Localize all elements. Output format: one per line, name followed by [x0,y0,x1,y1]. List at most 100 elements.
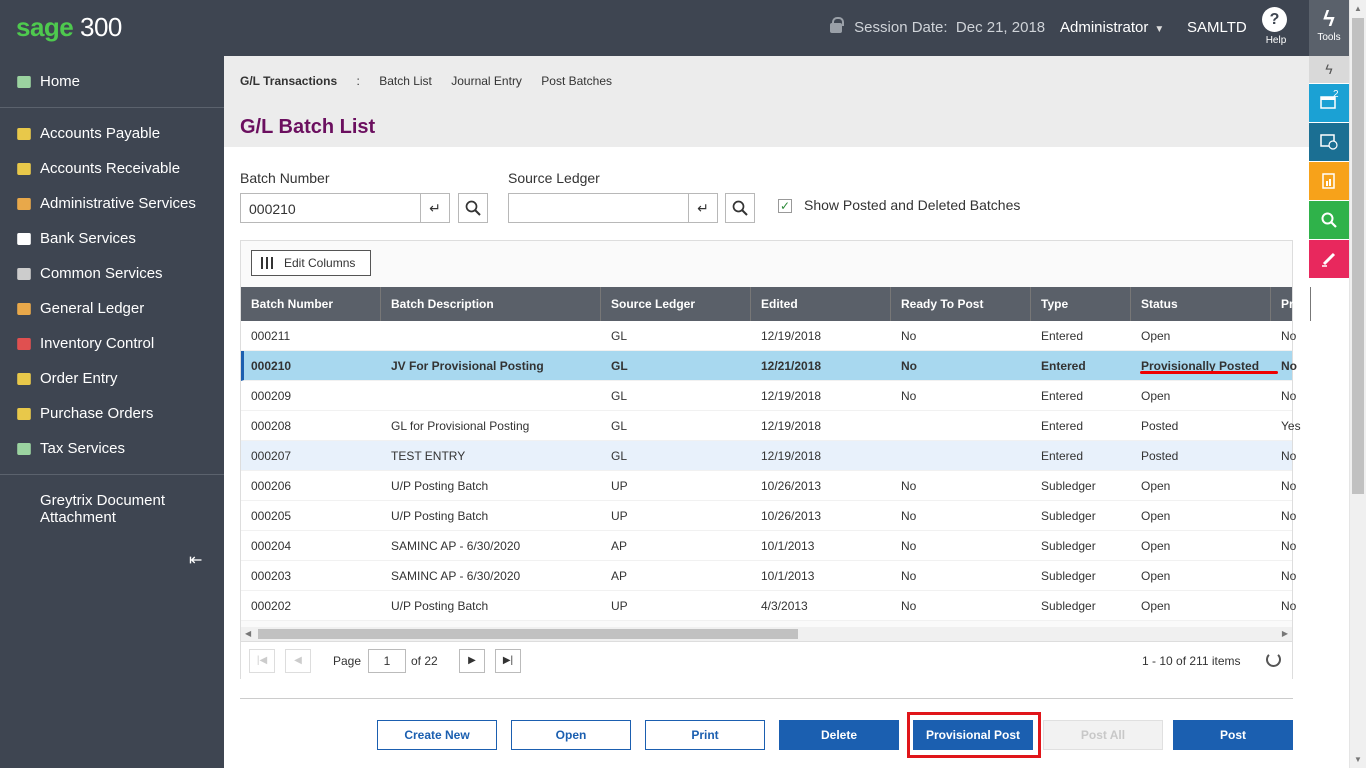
sidebar-item-accounts-payable[interactable]: Accounts Payable [16,125,160,142]
table-row[interactable]: 000202 U/P Posting Batch UP 4/3/2013 No Suble… [241,591,1296,621]
breadcrumb-batch-list[interactable]: Batch List [379,74,432,88]
column-header[interactable]: Batch Number [241,287,381,321]
history-tile[interactable] [1309,123,1349,161]
lightning-icon: ϟ [1323,6,1335,31]
table-row-selected[interactable]: 000210 JV For Provisional Posting GL 12/21/… [241,351,1297,381]
sidebar-item-general-ledger[interactable]: General Ledger [16,300,144,317]
source-ledger-input[interactable] [508,193,689,223]
delete-button[interactable]: Delete [779,720,899,750]
table-row[interactable]: 000209 GL 12/19/2018 No Entered Open No [241,381,1296,411]
next-page-button[interactable]: ▶ [459,649,485,673]
table-row[interactable]: 000208 GL for Provisional Posting GL 12/19/… [241,411,1301,441]
help-button[interactable]: ? Help [1262,7,1290,46]
column-header[interactable]: Type [1031,287,1131,321]
post-all-button[interactable]: Post All [1043,720,1163,750]
grid-scroll-thumb[interactable] [258,629,798,639]
table-cell: No [1281,599,1297,613]
table-cell: 000207 [251,449,292,463]
report-tile[interactable] [1309,162,1349,200]
edit-columns-button[interactable]: Edit Columns [251,250,371,276]
table-cell: 000211 [251,329,291,343]
column-header[interactable]: Ready To Post [891,287,1031,321]
sidebar-item-administrative-services[interactable]: Administrative Services [16,195,196,212]
sidebar-item-tax-services[interactable]: Tax Services [16,440,125,457]
column-header[interactable]: Source Ledger [601,287,751,321]
user-menu[interactable]: Administrator ▼ [1060,19,1164,36]
table-row[interactable]: 000207 TEST ENTRY GL 12/19/2018 Entered Poste… [241,441,1296,471]
bank-services-icon [17,232,31,245]
post-button[interactable]: Post [1173,720,1293,750]
sidebar-item-common-services[interactable]: Common Services [16,265,163,282]
refresh-icon[interactable] [1266,652,1281,667]
source-ledger-search-button[interactable] [725,193,755,223]
table-cell: No [901,569,917,583]
table-row[interactable]: 000205 U/P Posting Batch UP 10/26/2013 No Sub… [241,501,1296,531]
batch-grid: Edit Columns Batch Number Batch Descripti… [240,240,1311,679]
company-name[interactable]: SAMLTD [1187,19,1247,36]
table-cell: Open [1141,329,1171,343]
page-number-input[interactable]: 1 [368,649,406,673]
tools-label: Tools [1317,32,1341,43]
column-header[interactable]: Status [1131,287,1271,321]
print-button[interactable]: Print [645,720,765,750]
collapse-sidebar-icon[interactable]: ⇤ [189,550,202,570]
scroll-right-arrow-icon[interactable]: ▶ [1282,627,1288,641]
show-posted-checkbox[interactable]: ✓ [778,199,792,213]
sage-logo[interactable]: sage 300 [16,12,122,43]
table-cell: U/P Posting Batch [391,599,489,613]
windows-tile[interactable]: 2 [1309,84,1349,122]
sidebar-item-greytrix-document-attachment[interactable]: Greytrix Document Attachment [40,492,165,526]
sidebar-item-inventory-control[interactable]: Inventory Control [16,335,154,352]
edit-tile[interactable] [1309,240,1349,278]
scroll-up-arrow-icon[interactable]: ▲ [1350,0,1366,17]
pin-tools-button[interactable]: ϟ [1309,56,1349,83]
table-cell: U/P Posting Batch [391,479,489,493]
breadcrumb-post-batches[interactable]: Post Batches [541,74,612,88]
table-cell [381,381,601,411]
sidebar-item-order-entry[interactable]: Order Entry [16,370,118,387]
sidebar-item-home[interactable]: Home [16,73,80,90]
purchase-orders-icon [17,407,31,420]
batch-number-input[interactable]: 000210 [240,193,421,223]
create-new-button[interactable]: Create New [377,720,497,750]
table-cell: UP [611,479,628,493]
sidebar: Home Accounts Payable Accounts Receivable A… [0,56,224,768]
grid-horizontal-scrollbar[interactable]: ◀ ▶ [241,627,1292,641]
scroll-thumb[interactable] [1352,18,1364,494]
table-cell: 000204 [251,539,292,553]
table-cell: 000203 [251,569,292,583]
sidebar-item-bank-services[interactable]: Bank Services [16,230,136,247]
table-cell: SAMINC AP - 6/30/2020 [391,569,521,583]
column-header[interactable]: Pr [1271,287,1311,321]
scroll-left-arrow-icon[interactable]: ◀ [245,627,251,641]
accounts-payable-icon [17,127,31,140]
sidebar-item-purchase-orders[interactable]: Purchase Orders [16,405,153,422]
open-button[interactable]: Open [511,720,631,750]
table-row[interactable]: 000203 SAMINC AP - 6/30/2020 AP 10/1/2013 No… [241,561,1296,591]
tax-services-icon [17,442,31,455]
last-page-button[interactable]: ▶| [495,649,521,673]
column-header[interactable]: Batch Description [381,287,601,321]
help-icon: ? [1262,7,1287,32]
page-scrollbar[interactable]: ▲ ▼ [1349,0,1366,768]
previous-page-button[interactable]: ◀ [285,649,311,673]
page-count: of 22 [411,654,438,668]
column-header[interactable]: Edited [751,287,891,321]
table-cell: UP [611,599,628,613]
batch-number-finder-enter-button[interactable]: ↵ [420,193,450,223]
table-row[interactable]: 000204 SAMINC AP - 6/30/2020 AP 10/1/2013 No… [241,531,1296,561]
table-cell [381,321,601,351]
session-date-label: Session Date: [854,19,948,36]
scroll-down-arrow-icon[interactable]: ▼ [1350,751,1366,768]
batch-number-search-button[interactable] [458,193,488,223]
pencil-icon [1322,252,1336,267]
tools-button[interactable]: ϟ Tools [1309,0,1349,56]
table-row[interactable]: 000211 GL 12/19/2018 No Entered Open No [241,321,1296,351]
table-row[interactable]: 000206 U/P Posting Batch UP 10/26/2013 No Sub… [241,471,1296,501]
source-ledger-finder-enter-button[interactable]: ↵ [688,193,718,223]
show-posted-label[interactable]: Show Posted and Deleted Batches [804,197,1020,213]
first-page-button[interactable]: |◀ [249,649,275,673]
search-tile[interactable] [1309,201,1349,239]
breadcrumb-journal-entry[interactable]: Journal Entry [451,74,522,88]
sidebar-item-accounts-receivable[interactable]: Accounts Receivable [16,160,180,177]
